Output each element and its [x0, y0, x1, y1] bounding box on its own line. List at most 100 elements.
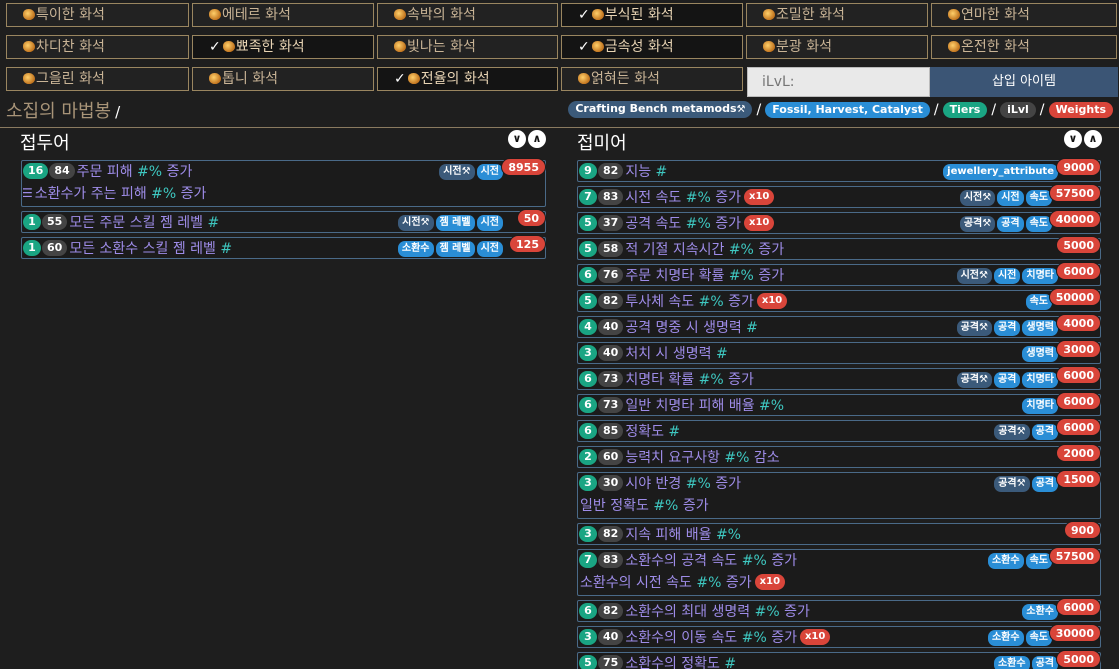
hammer-icon: ⚒: [982, 192, 992, 203]
mod-stat: #%: [698, 294, 724, 310]
multiplier-badge: x10: [756, 293, 788, 309]
suffix-mod-row[interactable]: 3 30 시야 반경 #% 증가 일반 정확도 #% 증가 공격⚒ 공격 1500: [577, 470, 1101, 519]
chevron-down-icon[interactable]: ∨: [1064, 130, 1082, 148]
suffix-mod-row[interactable]: 2 60 능력치 요구사항 #% 감소 2000: [577, 444, 1101, 468]
fossil-button[interactable]: 속박의 화석: [377, 3, 558, 27]
weight-badge: 40000: [1048, 210, 1101, 228]
insert-item-button[interactable]: 삽입 아이템: [930, 67, 1118, 97]
suffix-mod-row[interactable]: 6 82 소환수의 최대 생명력 #% 증가 소환수 6000: [577, 598, 1101, 622]
fossil-button[interactable]: 특이한 화석: [6, 3, 189, 27]
mod-tag: 소환수: [397, 241, 434, 257]
prefix-mod-row[interactable]: 1 55 모든 주문 스킬 젬 레벨 # 시전⚒ 젬 레벨 시전 50: [21, 209, 546, 233]
prefix-mod-row[interactable]: 1 60 모든 소환수 스킬 젬 레벨 # 소환수 젬 레벨 시전 125: [21, 235, 546, 259]
suffix-mod-row[interactable]: 6 76 주문 치명타 확률 #% 증가 시전⚒ 시전 치명타 6000: [577, 262, 1101, 286]
fossil-button[interactable]: 조밀한 화석: [746, 3, 928, 27]
mod-text-post: 증가: [771, 630, 797, 646]
suffix-mod-row[interactable]: 5 75 소환수의 정확도 # 소환수 공격 5000: [577, 650, 1101, 669]
breadcrumb-ilvl[interactable]: iLvl: [1000, 101, 1036, 118]
page-title: 소집의 마법봉 /: [6, 97, 120, 123]
mod-tag-label: 시전: [1001, 192, 1020, 203]
breadcrumb-tiers[interactable]: Tiers: [942, 101, 988, 118]
fossil-button[interactable]: ✓ 금속성 화석: [561, 35, 743, 59]
mod-line: 6 73 치명타 확률 #% 증가: [578, 369, 754, 389]
tier-level-badge: 16: [23, 163, 49, 179]
suffix-mod-row[interactable]: 4 40 공격 명중 시 생명력 # 공격⚒ 공격 생명력 4000: [577, 314, 1101, 338]
mod-tag-label: 소환수: [997, 658, 1026, 669]
mod-tags: jewellery_attribute: [943, 164, 1058, 180]
fossil-button[interactable]: 에테르 화석: [192, 3, 374, 27]
mod-text: 모든 소환수 스킬 젬 레벨 #: [69, 238, 232, 258]
tier-level-badge: 3: [579, 345, 597, 361]
chevron-up-icon[interactable]: ∧: [528, 130, 546, 148]
mod-tags: 시전⚒ 시전 속도: [959, 190, 1052, 206]
suffix-mod-row[interactable]: 7 83 소환수의 공격 속도 #% 증가 소환수의 시전 속도 #% 증가 x10 소환…: [577, 547, 1101, 596]
suffix-mod-row[interactable]: 3 40 소환수의 이동 속도 #% 증가 x10 소환수 속도 30000: [577, 624, 1101, 648]
mod-text: 공격 명중 시 생명력 #: [625, 317, 758, 337]
fossil-button[interactable]: ✓ 부식된 화석: [561, 3, 743, 27]
chevron-down-icon[interactable]: ∨: [508, 130, 526, 148]
fossil-button[interactable]: 얽혀든 화석: [561, 67, 743, 91]
mod-text: 지능 #: [625, 161, 667, 181]
weight-badge: 4000: [1056, 314, 1101, 332]
suffix-mod-row[interactable]: 7 83 시전 속도 #% 증가 x10 시전⚒ 시전 속도 57500: [577, 184, 1101, 208]
fossil-button[interactable]: ✓ 전율의 화석: [377, 67, 558, 91]
breadcrumb-fossil-harvest-catalyst[interactable]: Fossil, Harvest, Catalyst: [765, 101, 930, 118]
mod-tag-label: 공격: [998, 426, 1017, 437]
suffix-mod-row[interactable]: 3 82 지속 피해 배율 #% 900: [577, 521, 1101, 545]
fossil-button[interactable]: 연마한 화석: [931, 3, 1117, 27]
ilvl-input[interactable]: [747, 67, 930, 97]
mod-text: 공격 속도 #% 증가: [625, 213, 741, 233]
suffix-mod-row[interactable]: 5 37 공격 속도 #% 증가 x10 공격⚒ 공격 속도 40000: [577, 210, 1101, 234]
mod-tags: 소환수: [1022, 604, 1058, 620]
weight-badge: 5000: [1056, 236, 1101, 254]
fossil-button[interactable]: 차디찬 화석: [6, 35, 189, 59]
suffix-mod-row[interactable]: 6 73 치명타 확률 #% 증가 공격⚒ 공격 치명타 6000: [577, 366, 1101, 390]
breadcrumb-crafting-bench-metamods[interactable]: Crafting Bench metamods⚒: [568, 101, 753, 118]
tier-level-badge: 3: [579, 526, 597, 542]
mod-tag: 소환수: [987, 630, 1024, 646]
suffix-mod-row[interactable]: 5 58 적 기절 지속시간 #% 증가 5000: [577, 236, 1101, 260]
prefix-mod-row[interactable]: 16 84 주문 피해 #% 증가 ☰ 소환수가 주는 피해 #% 증가 시전⚒ 시전 895…: [21, 158, 546, 207]
mod-line: 3 40 처치 시 생명력 #: [578, 343, 728, 363]
ilvl-badge: 30: [598, 475, 624, 491]
suffix-mod-row[interactable]: 5 82 투사체 속도 #% 증가 x10 속도 50000: [577, 288, 1101, 312]
weight-badge: 50000: [1048, 288, 1101, 306]
suffix-mod-row[interactable]: 6 73 일반 치명타 피해 배율 #% 치명타 6000: [577, 392, 1101, 416]
mod-stat: #%: [754, 604, 780, 620]
fossil-label: 분광 화석: [776, 39, 832, 55]
mod-text: 주문 치명타 확률 #% 증가: [625, 265, 784, 285]
breadcrumb-label: iLvl: [1007, 102, 1029, 116]
mod-text-pre: 처치 시 생명력: [625, 346, 712, 362]
ilvl-badge: 60: [598, 449, 624, 465]
mod-stat: #%: [715, 527, 741, 543]
mod-line: ☰ 소환수가 주는 피해 #% 증가: [22, 183, 206, 203]
suffix-mod-row[interactable]: 3 40 처치 시 생명력 # 생명력 3000: [577, 340, 1101, 364]
fossil-icon: [763, 41, 775, 52]
fossil-label: 뾰족한 화석: [235, 39, 305, 55]
fossil-button[interactable]: ✓ 뾰족한 화석: [192, 35, 374, 59]
fossil-button[interactable]: 톱니 화석: [192, 67, 374, 91]
chevron-up-icon[interactable]: ∧: [1084, 130, 1102, 148]
mod-stat: #%: [724, 450, 750, 466]
fossil-label: 속박의 화석: [407, 7, 476, 23]
weight-badge: 57500: [1048, 184, 1101, 202]
fossil-button[interactable]: 온전한 화석: [931, 35, 1117, 59]
multiplier-badge: x10: [754, 574, 786, 590]
fossil-icon: [209, 73, 221, 84]
mod-tag-label: 공격: [997, 374, 1017, 385]
mod-tag-label: 시전: [960, 270, 980, 281]
fossil-button[interactable]: 분광 화석: [746, 35, 928, 59]
fossil-button[interactable]: 그을린 화석: [6, 67, 189, 91]
mod-line: 소환수의 시전 속도 #% 증가 x10: [578, 572, 786, 592]
multiplier-badge: x10: [744, 189, 775, 205]
mod-text-pre: 일반 정확도: [580, 498, 649, 514]
fossil-button[interactable]: 빛나는 화석: [377, 35, 558, 59]
fossil-icon: [407, 73, 420, 84]
fossil-icon: [948, 9, 960, 20]
mod-tag-label: 공격: [1035, 658, 1054, 669]
suffix-mod-row[interactable]: 9 82 지능 # jewellery_attribute 9000: [577, 158, 1101, 182]
prefix-controls: ∨ ∧: [508, 130, 546, 148]
breadcrumb-weights[interactable]: Weights: [1048, 101, 1113, 118]
ilvl-badge: 85: [598, 423, 624, 439]
suffix-mod-row[interactable]: 6 85 정확도 # 공격⚒ 공격 6000: [577, 418, 1101, 442]
